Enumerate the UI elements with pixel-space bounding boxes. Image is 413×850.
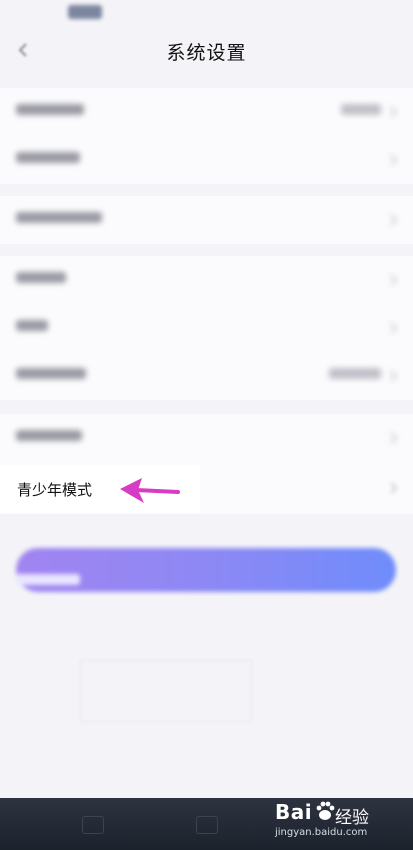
settings-row[interactable] — [0, 196, 413, 244]
settings-row-label — [16, 271, 66, 287]
settings-row-label — [16, 151, 80, 167]
settings-row[interactable] — [0, 414, 413, 462]
nav-icon — [82, 816, 104, 834]
chevron-right-icon — [390, 370, 398, 382]
settings-row[interactable] — [0, 136, 413, 184]
baidu-jingyan-watermark: Bai 经验 jingyan.baidu.com — [275, 800, 395, 844]
nav-icon — [196, 816, 218, 834]
blank-area — [80, 660, 252, 722]
chevron-right-icon — [390, 322, 398, 334]
chevron-right-icon — [390, 482, 398, 494]
teen-mode-label: 青少年模式 — [17, 481, 93, 499]
settings-row[interactable] — [0, 256, 413, 304]
chevron-right-icon — [390, 432, 398, 444]
settings-row-label — [16, 367, 86, 383]
settings-row[interactable] — [0, 88, 413, 136]
chevron-right-icon — [390, 106, 398, 118]
settings-group-1 — [0, 88, 413, 184]
chevron-right-icon — [390, 154, 398, 166]
settings-row[interactable] — [0, 304, 413, 352]
watermark-brand-suffix: 经验 — [335, 808, 369, 828]
status-indicator — [68, 5, 102, 19]
settings-row-label — [16, 211, 102, 227]
settings-row-label — [16, 103, 84, 119]
baidu-paw-icon — [316, 801, 335, 820]
chevron-right-icon — [390, 274, 398, 286]
settings-row[interactable] — [0, 352, 413, 400]
pointer-arrow-icon — [120, 478, 180, 503]
nav-bar: 系统设置 — [0, 26, 413, 76]
settings-row-label — [16, 429, 82, 445]
status-bar — [0, 0, 413, 26]
settings-row-value — [341, 104, 381, 118]
chevron-right-icon — [390, 214, 398, 226]
page-title: 系统设置 — [166, 42, 247, 64]
settings-group-3 — [0, 256, 413, 400]
settings-group-2 — [0, 196, 413, 244]
settings-row-label — [16, 319, 48, 335]
watermark-url: jingyan.baidu.com — [275, 827, 368, 838]
watermark-brand: Bai — [275, 800, 313, 824]
logout-button[interactable] — [16, 548, 396, 592]
settings-row-value — [329, 368, 381, 382]
